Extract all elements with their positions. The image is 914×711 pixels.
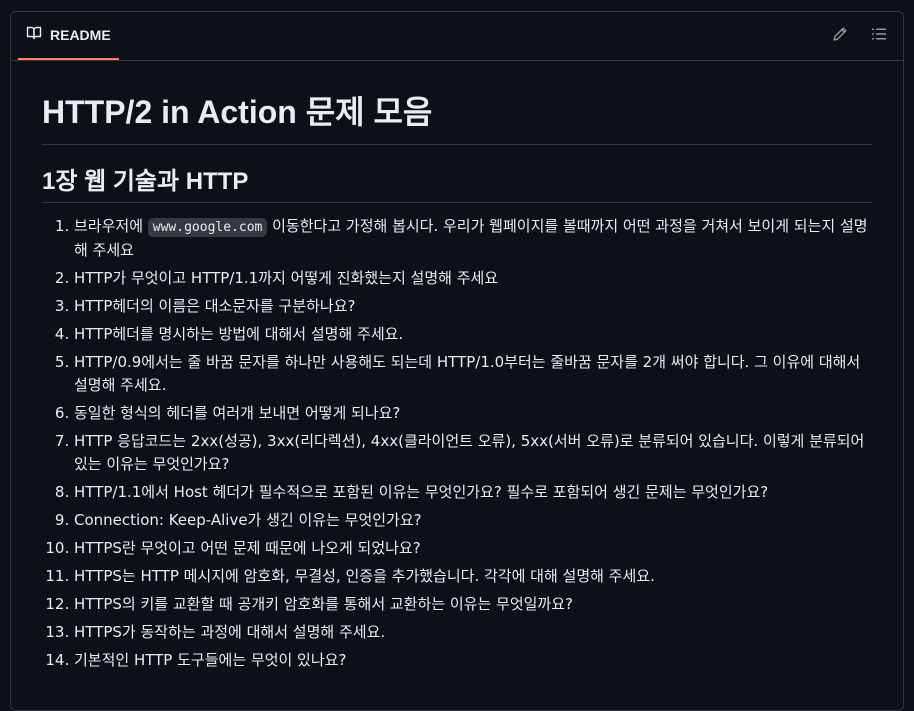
book-icon: [26, 25, 42, 45]
outline-button[interactable]: [868, 25, 890, 47]
page-title: HTTP/2 in Action 문제 모음: [42, 61, 872, 145]
list-item: HTTP헤더의 이름은 대소문자를 구분하나요?: [74, 295, 872, 318]
inline-code: www.google.com: [147, 218, 268, 237]
list-item: 브라우저에 www.google.com 이동한다고 가정해 봅시다. 우리가 …: [74, 215, 872, 262]
list-item: 기본적인 HTTP 도구들에는 무엇이 있나요?: [74, 649, 872, 672]
readme-tab[interactable]: README: [18, 12, 119, 60]
list-item: HTTPS의 키를 교환할 때 공개키 암호화를 통해서 교환하는 이유는 무엇…: [74, 593, 872, 616]
readme-header: README: [11, 12, 903, 61]
list-item: HTTPS란 무엇이고 어떤 문제 때문에 나오게 되었나요?: [74, 537, 872, 560]
pencil-icon: [832, 26, 848, 46]
list-item: Connection: Keep-Alive가 생긴 이유는 무엇인가요?: [74, 509, 872, 532]
list-item: HTTP/0.9에서는 줄 바꿈 문자를 하나만 사용해도 되는데 HTTP/1…: [74, 351, 872, 397]
list-icon: [871, 26, 887, 46]
readme-tab-label: README: [50, 27, 111, 43]
item-text-pre: 브라우저에: [74, 217, 148, 235]
section-heading: 1장 웹 기술과 HTTP: [42, 145, 872, 203]
list-item: HTTPS는 HTTP 메시지에 암호화, 무결성, 인증을 추가했습니다. 각…: [74, 565, 872, 588]
list-item: HTTPS가 동작하는 과정에 대해서 설명해 주세요.: [74, 621, 872, 644]
list-item: 동일한 형식의 헤더를 여러개 보내면 어떻게 되나요?: [74, 402, 872, 425]
edit-button[interactable]: [829, 25, 851, 47]
list-item: HTTP가 무엇이고 HTTP/1.1까지 어떻게 진화했는지 설명해 주세요: [74, 267, 872, 290]
list-item: HTTP헤더를 명시하는 방법에 대해서 설명해 주세요.: [74, 323, 872, 346]
readme-panel: README HTTP/2 in Action 문제 모음 1장 웹 기술과 H…: [10, 11, 904, 711]
question-list: 브라우저에 www.google.com 이동한다고 가정해 봅시다. 우리가 …: [42, 215, 872, 672]
list-item: HTTP 응답코드는 2xx(성공), 3xx(리다렉션), 4xx(클라이언트…: [74, 430, 872, 476]
list-item: HTTP/1.1에서 Host 헤더가 필수적으로 포함된 이유는 무엇인가요?…: [74, 481, 872, 504]
readme-content: HTTP/2 in Action 문제 모음 1장 웹 기술과 HTTP 브라우…: [11, 61, 903, 672]
